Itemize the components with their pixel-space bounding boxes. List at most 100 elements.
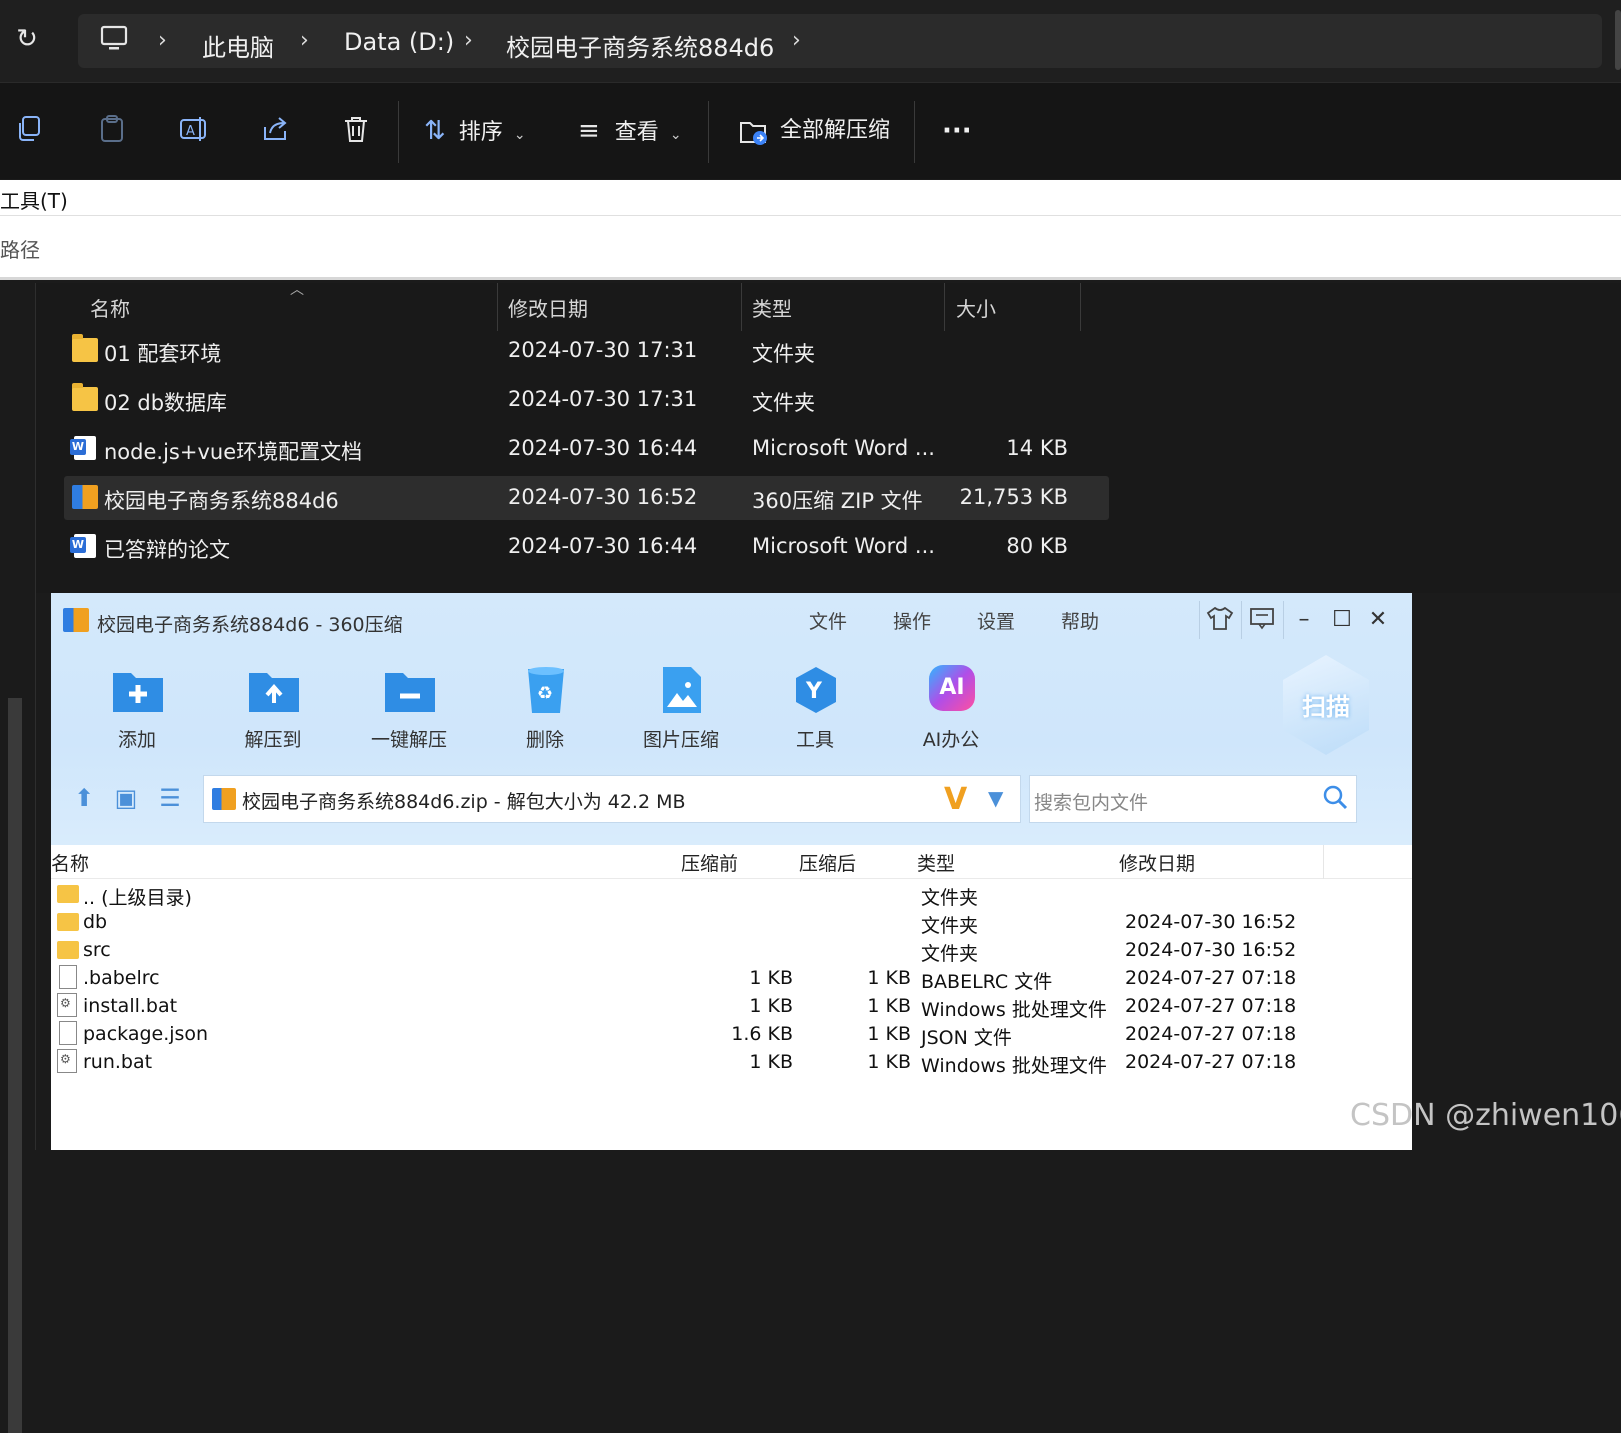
archive-row[interactable]: package.json 1.6 KB 1 KB JSON 文件 2024-07… [51, 1021, 1412, 1049]
zip-app-icon [63, 608, 89, 632]
tool-add-button[interactable]: 添加 [87, 665, 187, 765]
archive-row[interactable]: src 文件夹 2024-07-30 16:52 [51, 937, 1412, 965]
archive-row[interactable]: db 文件夹 2024-07-30 16:52 [51, 909, 1412, 937]
scan-label: 扫描 [1302, 693, 1350, 721]
rename-icon[interactable]: A [176, 113, 212, 149]
tool-extract-to-button[interactable]: 解压到 [223, 665, 323, 765]
menu-bar: 工具(T) [0, 180, 1621, 216]
tool-extract-to-label: 解压到 [244, 729, 302, 751]
extract-folder-icon [738, 117, 770, 147]
archive-path-text: 校园电子商务系统884d6.zip - 解包大小为 42.2 MB [242, 791, 686, 813]
minimize-icon[interactable]: – [1287, 603, 1321, 637]
search-icon[interactable] [1322, 784, 1348, 816]
address-bar[interactable]: › 此电脑 › Data (D:) › 校园电子商务系统884d6 › [78, 14, 1602, 68]
archive-path-bar[interactable]: 校园电子商务系统884d6.zip - 解包大小为 42.2 MB V ▼ [203, 775, 1021, 823]
file-size: 80 KB [1006, 534, 1068, 558]
share-icon[interactable] [258, 113, 294, 149]
scan-button[interactable]: 扫描 [1283, 655, 1369, 755]
sort-icon: ⇅ [424, 116, 446, 146]
batch-file-icon [57, 993, 77, 1017]
copy-icon[interactable] [12, 113, 48, 149]
scrollbar[interactable] [1615, 10, 1621, 70]
sort-ascending-icon: ︿ [290, 282, 304, 298]
computer-icon[interactable] [98, 24, 130, 52]
column-header-size[interactable]: 大小 [956, 293, 996, 322]
column-header-name[interactable]: 名称 [51, 849, 89, 876]
skin-shirt-icon[interactable] [1203, 603, 1237, 637]
entry-name: .babelrc [83, 967, 160, 989]
column-header-date[interactable]: 修改日期 [508, 293, 588, 322]
column-divider[interactable] [497, 283, 498, 331]
column-divider[interactable] [944, 283, 945, 331]
v-logo-icon[interactable]: V [944, 782, 967, 817]
file-row[interactable]: 01 配套环境 2024-07-30 17:31 文件夹 [64, 329, 1109, 373]
tools-icon: Y [789, 665, 843, 715]
file-size: 21,753 KB [959, 485, 1068, 509]
feedback-icon[interactable] [1245, 603, 1279, 637]
column-header-after[interactable]: 压缩后 [799, 849, 856, 876]
file-name: node.js+vue环境配置文档 [104, 440, 363, 464]
refresh-icon[interactable]: ↻ [10, 22, 44, 56]
scrollbar[interactable] [8, 698, 22, 1433]
column-header-date[interactable]: 修改日期 [1119, 849, 1195, 876]
chevron-right-icon[interactable]: › [158, 28, 167, 53]
entry-name: package.json [83, 1023, 209, 1045]
tool-ai-office-button[interactable]: AI AI办公 [901, 665, 1001, 765]
up-arrow-icon[interactable]: ⬆ [69, 783, 99, 813]
entry-name: run.bat [83, 1051, 153, 1073]
view-button[interactable]: ≡ 查看 ⌄ [578, 109, 682, 153]
maximize-icon[interactable]: ☐ [1325, 603, 1359, 637]
paste-icon[interactable] [94, 113, 130, 149]
menu-tools[interactable]: 工具(T) [0, 185, 68, 214]
entry-after: 1 KB [867, 1023, 911, 1045]
breadcrumb-this-pc[interactable]: 此电脑 [202, 28, 274, 63]
menu-settings[interactable]: 设置 [977, 607, 1015, 634]
tool-delete-button[interactable]: ♻ 删除 [495, 665, 595, 765]
close-icon[interactable]: ✕ [1361, 603, 1395, 637]
tool-image-compress-button[interactable]: 图片压缩 [631, 665, 731, 765]
path-bar[interactable]: 路径 [0, 216, 1621, 280]
archive-row[interactable]: run.bat 1 KB 1 KB Windows 批处理文件 2024-07-… [51, 1049, 1412, 1077]
file-row[interactable]: node.js+vue环境配置文档 2024-07-30 16:44 Micro… [64, 427, 1109, 471]
entry-name: install.bat [83, 995, 178, 1017]
column-divider[interactable] [1080, 283, 1081, 331]
column-divider[interactable] [1323, 845, 1324, 879]
file-row-selected[interactable]: 校园电子商务系统884d6 2024-07-30 16:52 360压缩 ZIP… [64, 476, 1109, 520]
chevron-right-icon[interactable]: › [300, 28, 309, 53]
one-click-extract-icon [383, 665, 437, 715]
chevron-right-icon[interactable]: › [792, 28, 801, 53]
entry-name: .. (上级目录) [83, 887, 192, 909]
menu-file[interactable]: 文件 [809, 607, 847, 634]
sort-label: 排序 [458, 120, 503, 145]
archive-row[interactable]: install.bat 1 KB 1 KB Windows 批处理文件 2024… [51, 993, 1412, 1021]
breadcrumb-folder[interactable]: 校园电子商务系统884d6 [506, 28, 774, 63]
column-divider[interactable] [741, 283, 742, 331]
window-title: 校园电子商务系统884d6 - 360压缩 [97, 614, 403, 636]
tool-tools-button[interactable]: Y 工具 [765, 665, 865, 765]
column-header-type[interactable]: 类型 [752, 293, 792, 322]
search-input[interactable]: 搜索包内文件 [1029, 775, 1357, 823]
archive-row[interactable]: .. (上级目录) 文件夹 [51, 881, 1412, 909]
more-options-button[interactable]: ··· [942, 109, 972, 153]
chevron-right-icon[interactable]: › [464, 28, 473, 53]
list-view-icon[interactable]: ☰ [155, 783, 185, 813]
archive-row[interactable]: .babelrc 1 KB 1 KB BABELRC 文件 2024-07-27… [51, 965, 1412, 993]
file-row[interactable]: 已答辩的论文 2024-07-30 16:44 Microsoft Word .… [64, 525, 1109, 569]
tool-one-click-extract-button[interactable]: 一键解压 [359, 665, 459, 765]
column-header-before[interactable]: 压缩前 [681, 849, 738, 876]
sort-button[interactable]: ⇅ 排序 ⌄ [424, 109, 526, 153]
thumbnail-view-icon[interactable]: ▣ [111, 783, 141, 813]
extract-all-button[interactable]: 全部解压缩 [738, 109, 890, 153]
delete-icon[interactable] [338, 113, 374, 149]
file-type: Microsoft Word ... [752, 436, 935, 460]
extract-to-icon [247, 665, 301, 715]
entry-type: BABELRC 文件 [921, 971, 1053, 993]
file-row[interactable]: 02 db数据库 2024-07-30 17:31 文件夹 [64, 378, 1109, 422]
menu-operation[interactable]: 操作 [893, 607, 931, 634]
column-header-name[interactable]: 名称 [90, 293, 130, 322]
dropdown-arrow-icon[interactable]: ▼ [988, 786, 1003, 810]
column-header-type[interactable]: 类型 [917, 849, 955, 876]
divider [914, 101, 915, 163]
breadcrumb-drive-d[interactable]: Data (D:) [344, 28, 454, 56]
menu-help[interactable]: 帮助 [1061, 607, 1099, 634]
